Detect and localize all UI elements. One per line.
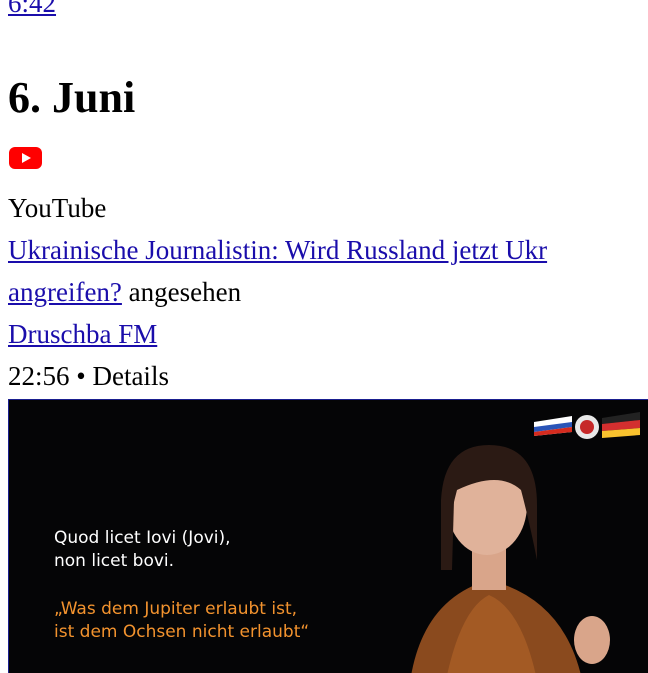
entry-time: 22:56 — [8, 361, 70, 391]
date-heading: 6. Juni — [8, 73, 136, 122]
video-title-link-continued[interactable]: angreifen? — [8, 277, 122, 307]
video-thumbnail[interactable]: Quod licet Iovi (Jovi), non licet bovi. … — [8, 399, 648, 673]
video-title-link[interactable]: Ukrainische Journalistin: Wird Russland … — [8, 235, 547, 265]
caption-latin-line-1: Quod licet Iovi (Jovi), — [54, 528, 231, 548]
play-triangle-icon — [22, 153, 31, 163]
source-label: YouTube — [8, 193, 107, 223]
timestamp-line: 22:56 • Details — [8, 359, 169, 393]
caption-german-line-2: ist dem Ochsen nicht erlaubt“ — [54, 622, 310, 642]
separator: • — [76, 361, 86, 391]
youtube-icon — [9, 147, 42, 169]
previous-entry-time-link[interactable]: 6:42 — [8, 0, 56, 18]
caption-latin-line-2: non licet bovi. — [54, 551, 175, 571]
caption-german-line-1: „Was dem Jupiter erlaubt ist, — [54, 599, 298, 619]
channel-line: Druschba FM — [8, 317, 157, 351]
details-link[interactable]: Details — [92, 361, 168, 391]
video-title-line-2: angreifen? angesehen — [8, 275, 241, 309]
channel-link[interactable]: Druschba FM — [8, 319, 157, 349]
activity-action: angesehen — [128, 277, 242, 307]
video-title-line-1: Ukrainische Journalistin: Wird Russland … — [8, 233, 547, 267]
presenter-image — [411, 445, 610, 673]
